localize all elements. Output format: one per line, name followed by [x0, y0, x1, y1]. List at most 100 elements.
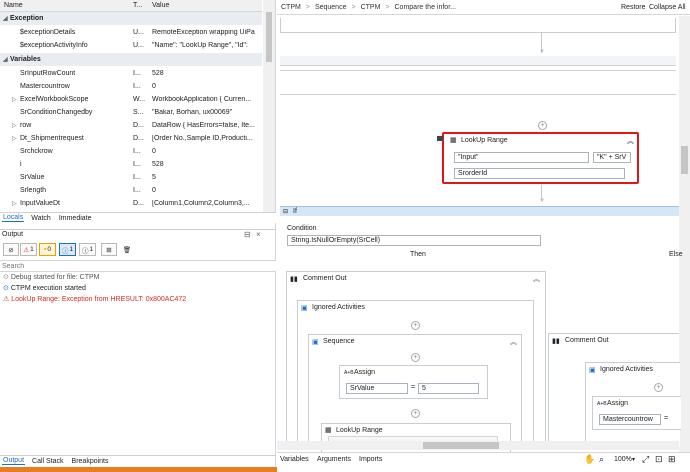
scrollbar-thumb[interactable]: [266, 12, 272, 62]
filter-trace-button[interactable]: ⓘ 1: [79, 243, 96, 256]
pin-icon[interactable]: ⊟: [244, 230, 251, 239]
result-output[interactable]: SrorderId: [454, 168, 625, 179]
filter-errors-button[interactable]: ⚠ 1: [20, 243, 37, 256]
locals-row[interactable]: i I... 528: [0, 158, 262, 171]
collapse-all-button[interactable]: Collapse All: [649, 4, 686, 11]
activity-block[interactable]: [280, 70, 676, 95]
activity-block[interactable]: [280, 56, 676, 66]
output-search-input[interactable]: [0, 260, 276, 272]
ignored-activities-block[interactable]: ▣ Ignored Activities + ▣ Sequence ︽ + A+…: [297, 300, 534, 453]
breadcrumb-item[interactable]: Sequence: [315, 4, 347, 11]
comment-out-activity[interactable]: ▮▮ Comment Out ︽ ▣ Ignored Activities + …: [286, 271, 546, 453]
settings-button[interactable]: ⊞: [101, 243, 117, 256]
activity-block[interactable]: [280, 18, 676, 33]
collapse-icon[interactable]: ︽: [510, 337, 517, 347]
condition-input[interactable]: String.IsNullOrEmpty(SrCell): [287, 235, 541, 246]
locals-row[interactable]: SrInputRowCount I... 528: [0, 67, 262, 80]
breadcrumb-item[interactable]: CTPM: [361, 4, 381, 11]
locals-row[interactable]: Srlength I... 0: [0, 184, 262, 197]
assign-activity[interactable]: A+B Assign SrValue = 5: [339, 365, 488, 399]
breakpoint-marker[interactable]: [437, 136, 443, 141]
zoom-level[interactable]: 100%: [614, 456, 632, 463]
locals-row[interactable]: SrValue I... 5: [0, 171, 262, 184]
filter-warnings-button[interactable]: ▪ 0: [39, 243, 56, 256]
locals-row[interactable]: ▷ InputValueDt D... [Column1,Column2,Col…: [0, 197, 262, 210]
activity-title: Assign: [607, 400, 629, 407]
col-name-header[interactable]: Name: [4, 2, 23, 9]
tab-variables[interactable]: Variables: [280, 456, 309, 463]
overview-icon[interactable]: ⊡: [655, 454, 663, 465]
tab-watch[interactable]: Watch: [30, 215, 52, 222]
value-input[interactable]: "K" + SrV: [593, 152, 631, 163]
col-type-header[interactable]: T...: [133, 2, 142, 9]
expand-arrow-icon[interactable]: ▷: [12, 122, 17, 129]
tab-imports[interactable]: Imports: [359, 456, 382, 463]
group-label: Variables: [10, 55, 41, 63]
add-activity-icon[interactable]: +: [411, 409, 420, 418]
collapse-arrow-icon[interactable]: ◢: [3, 15, 8, 22]
tab-output[interactable]: Output: [2, 457, 26, 465]
locals-row[interactable]: ▷ ExcelWorkbookScope W... WorkbookApplic…: [0, 93, 262, 106]
tab-arguments[interactable]: Arguments: [317, 456, 351, 463]
breadcrumb-item[interactable]: CTPM: [281, 4, 301, 11]
locals-row[interactable]: Srchckrow I... 0: [0, 145, 262, 158]
group-variables[interactable]: ◢ Variables: [0, 53, 262, 66]
clear-output-button[interactable]: ⊘: [3, 243, 19, 256]
lookup-range-activity[interactable]: ▦ LookUp Range ︽ "Input" "K" + SrV Srord…: [442, 132, 639, 184]
assign-to-input[interactable]: SrValue: [346, 383, 408, 394]
tab-breakpoints[interactable]: Breakpoints: [71, 458, 110, 465]
locals-scrollbar[interactable]: [263, 0, 275, 212]
comment-out-activity[interactable]: ▮▮ Comment Out ▣ Ignored Activities + A+…: [548, 333, 681, 447]
collapse-arrow-icon[interactable]: ◢: [3, 56, 8, 63]
log-line[interactable]: ⊙ Debug started for file: CTPM: [3, 273, 100, 281]
hand-pan-icon[interactable]: ✋: [584, 454, 595, 465]
var-value: 0: [152, 82, 156, 90]
group-exception[interactable]: ◢ Exception: [0, 12, 262, 25]
designer-toolbar: CTPM > Sequence > CTPM > Compare the infor.…: [277, 0, 690, 15]
log-line[interactable]: ⊙ CTPM execution started: [3, 284, 86, 292]
tab-call-stack[interactable]: Call Stack: [31, 458, 65, 465]
expand-arrow-icon[interactable]: ▷: [12, 200, 17, 207]
locals-row[interactable]: ▷ Dt_Shipmentrequest D... [Order No.,Sam…: [0, 132, 262, 145]
fit-screen-icon[interactable]: ⤢: [642, 454, 649, 465]
locals-row[interactable]: SrConditionChangedby S... "Bakar, Borhan…: [0, 106, 262, 119]
activity-title: LookUp Range: [461, 137, 508, 144]
add-activity-icon[interactable]: +: [654, 383, 663, 392]
collapse-icon[interactable]: ︽: [533, 274, 540, 284]
group-label: Exception: [10, 14, 44, 22]
assign-activity[interactable]: A+B Assign Mastercountrow =: [592, 396, 681, 430]
col-value-header[interactable]: Value: [152, 2, 169, 9]
range-input[interactable]: "Input": [454, 152, 589, 163]
locals-row[interactable]: $exceptionActivityInfo U... "Name": "Loo…: [0, 39, 262, 52]
assign-to-input[interactable]: Mastercountrow: [599, 414, 661, 425]
sequence-activity[interactable]: ▣ Sequence ︽ + A+B Assign SrValue = 5 + …: [308, 334, 522, 453]
zoom-search-icon[interactable]: ⌕: [599, 454, 604, 465]
expand-arrow-icon[interactable]: ▷: [12, 135, 17, 142]
log-line-error[interactable]: ⚠ LookUp Range: Exception from HRESULT: …: [3, 295, 186, 303]
tab-immediate[interactable]: Immediate: [58, 215, 93, 222]
ignored-activities-block[interactable]: ▣ Ignored Activities + A+B Assign Master…: [585, 362, 681, 447]
designer-h-scrollbar[interactable]: [277, 441, 679, 450]
designer-scrollbar[interactable]: [679, 16, 690, 452]
add-activity-icon[interactable]: +: [538, 121, 547, 130]
close-icon[interactable]: ×: [256, 230, 261, 239]
chevron-down-icon[interactable]: ▾: [632, 456, 635, 463]
assign-value-input[interactable]: 5: [418, 383, 479, 394]
tab-locals[interactable]: Locals: [2, 214, 25, 222]
locals-row[interactable]: Mastercountrow I... 0: [0, 80, 262, 93]
fullscreen-icon[interactable]: ⊞: [668, 454, 676, 465]
filter-info-button[interactable]: ⓘ 1: [59, 243, 76, 256]
add-activity-icon[interactable]: +: [411, 321, 420, 330]
if-header[interactable]: ⊟ If: [280, 206, 679, 216]
restore-button[interactable]: Restore: [621, 4, 646, 11]
expand-arrow-icon[interactable]: ▷: [12, 96, 17, 103]
add-activity-icon[interactable]: +: [411, 353, 420, 362]
locals-row[interactable]: $exceptionDetails U... RemoteException w…: [0, 26, 262, 39]
collapse-icon[interactable]: ︽: [627, 136, 634, 146]
scrollbar-thumb[interactable]: [681, 146, 688, 174]
output-tab-bar: Output Call Stack Breakpoints: [0, 455, 276, 466]
scrollbar-thumb[interactable]: [423, 442, 499, 449]
locals-row[interactable]: ▷ row D... DataRow { HasErrors=false, It…: [0, 119, 262, 132]
breadcrumb-item[interactable]: Compare the infor...: [395, 4, 456, 11]
delete-button[interactable]: 🗑: [119, 243, 135, 256]
